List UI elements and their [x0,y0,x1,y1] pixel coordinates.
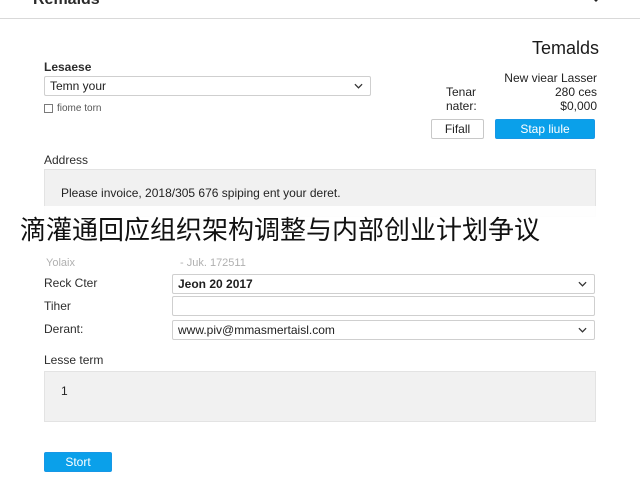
tenar-label: Tenar [446,85,477,99]
lease-select[interactable]: Temn your [44,76,371,96]
lesse-term-value: 1 [61,384,68,398]
nater-label: nater: [446,99,477,113]
lesse-term-label: Lesse term [44,353,104,367]
reck-cter-value: Jeon 20 2017 [178,277,253,291]
derant-label: Derant: [44,322,84,336]
chevron-down-icon[interactable] [590,0,602,5]
tiher-label: Tiher [44,299,71,313]
derant-value: www.piv@mmasmertaisl.com [178,323,335,337]
right-panel-title: Temalds [531,38,599,58]
lease-checkbox[interactable] [44,104,53,113]
lease-label: Lesaese [44,60,92,74]
reck-cter-select[interactable]: Jeon 20 2017 [172,274,595,294]
lesse-term-textarea[interactable]: 1 [44,371,596,422]
start-button[interactable]: Stort [44,452,112,472]
stap-liule-button[interactable]: Stap liule [495,119,595,139]
nater-value: $0,000 [560,99,597,113]
chevron-down-icon [354,83,363,89]
ghost-right-label: - Juk. 172511 [180,257,246,269]
ghost-left-label: Yolaix [46,257,75,269]
right-panel-line1: New viear Lasser [504,71,597,85]
overlay-banner: 滴灌通回应组织架构调整与内部创业计划争议 [0,206,640,254]
window-title: Remalds [33,0,100,9]
derant-select[interactable]: www.piv@mmasmertaisl.com [172,320,595,340]
chevron-down-icon [578,327,587,333]
tiher-input[interactable] [172,296,595,316]
overlay-text: 滴灌通回应组织架构调整与内部创业计划争议 [20,215,541,245]
address-label: Address [44,153,89,167]
chevron-down-icon [578,281,587,287]
window-titlebar: Remalds [0,0,640,19]
reck-cter-label: Reck Cter [44,276,98,290]
fifall-button[interactable]: Fifall [431,119,484,139]
tenar-value: 280 ces [554,85,597,99]
lease-select-value: Temn your [50,79,107,93]
address-text: Please invoice, 2018/305 676 spiping ent… [61,186,341,200]
checkbox-label: fiome torn [57,103,102,114]
